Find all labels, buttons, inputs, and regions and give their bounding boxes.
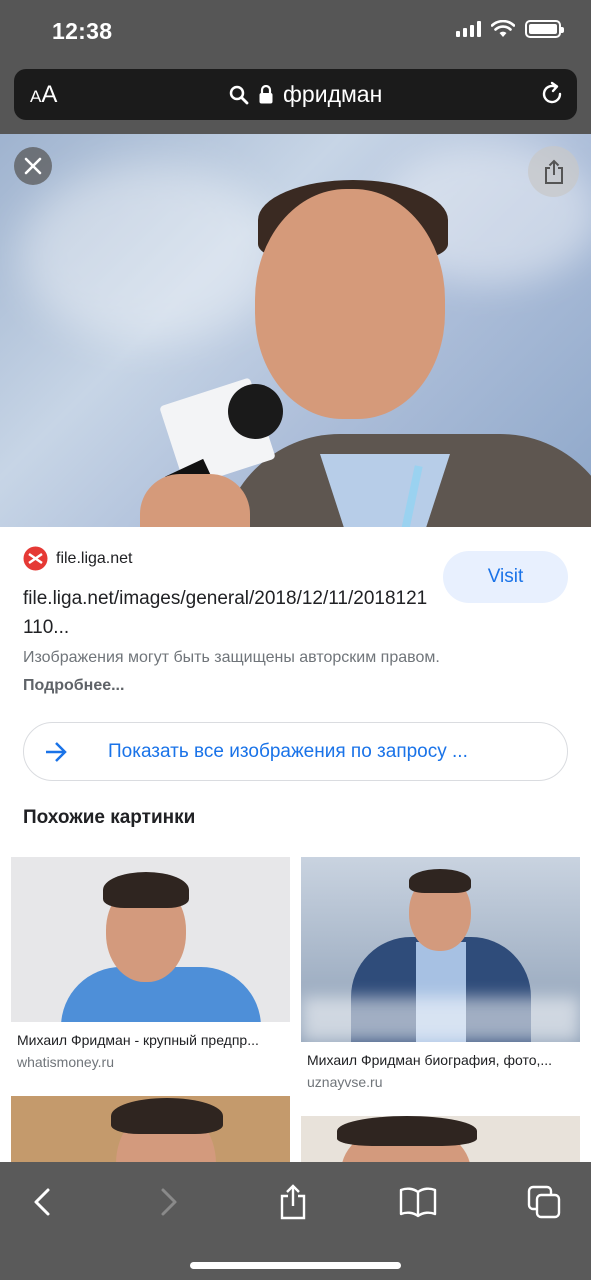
reload-icon[interactable] <box>539 81 565 107</box>
book-icon <box>399 1187 437 1218</box>
address-bar[interactable]: AA фридман <box>14 69 577 120</box>
source-site[interactable]: file.liga.net <box>23 546 133 571</box>
similar-image-thumbnail[interactable] <box>301 1116 580 1166</box>
status-icons <box>456 20 564 38</box>
text-size-button[interactable]: AA <box>30 81 57 109</box>
similar-images-heading: Похожие картинки <box>23 807 196 828</box>
copyright-notice: Изображения могут быть защищены авторски… <box>23 649 440 694</box>
chevron-right-icon <box>161 1188 177 1216</box>
similar-image-card[interactable]: Михаил Фридман биография, фото,... uznay… <box>301 857 580 1097</box>
image-url[interactable]: file.liga.net/images/general/2018/12/11/… <box>23 584 433 642</box>
search-query: фридман <box>283 81 383 107</box>
wifi-icon <box>491 20 515 37</box>
share-button[interactable] <box>271 1182 315 1222</box>
back-button[interactable] <box>20 1182 64 1222</box>
browser-page: 12:38 AA фридман file.liga.net Visit fil… <box>0 0 591 1280</box>
battery-icon <box>525 20 564 38</box>
source-name: file.liga.net <box>56 549 133 567</box>
similar-image-thumbnail[interactable] <box>11 857 290 1022</box>
preview-image[interactable] <box>0 134 591 527</box>
chevron-left-icon <box>34 1188 50 1216</box>
share-icon <box>544 159 563 184</box>
similar-image-domain: uznayvse.ru <box>307 1074 383 1090</box>
search-icon <box>229 85 249 104</box>
arrow-right-icon <box>46 742 67 762</box>
tabs-button[interactable] <box>522 1182 566 1222</box>
share-icon <box>280 1184 306 1220</box>
show-all-images-button[interactable]: Показать все изображения по запросу ... <box>23 722 568 781</box>
lock-icon <box>259 85 273 104</box>
top-chrome: 12:38 AA фридман <box>0 0 591 134</box>
forward-button[interactable] <box>147 1182 191 1222</box>
cellular-signal-icon <box>456 21 481 37</box>
close-preview-button[interactable] <box>14 147 52 185</box>
similar-image-caption: Михаил Фридман - крупный предпр... <box>17 1032 259 1048</box>
similar-image-thumbnail[interactable] <box>301 857 580 1042</box>
site-favicon-icon <box>23 546 48 571</box>
bookmarks-button[interactable] <box>396 1182 440 1222</box>
status-time: 12:38 <box>52 18 113 44</box>
home-indicator <box>190 1262 401 1269</box>
learn-more-link[interactable]: Подробнее... <box>23 677 124 694</box>
similar-image-caption: Михаил Фридман биография, фото,... <box>307 1052 553 1068</box>
close-icon <box>24 157 42 175</box>
similar-image-card[interactable]: Михаил Фридман - крупный предпр... whati… <box>11 857 290 1097</box>
share-image-button[interactable] <box>528 146 579 197</box>
similar-image-domain: whatismoney.ru <box>17 1054 115 1070</box>
visit-button[interactable]: Visit <box>443 551 568 603</box>
url-display[interactable]: фридман <box>229 81 382 108</box>
similar-image-card[interactable] <box>11 1096 290 1166</box>
similar-image-thumbnail[interactable] <box>11 1096 290 1166</box>
similar-image-card[interactable] <box>301 1116 580 1166</box>
tabs-icon <box>527 1185 561 1219</box>
show-all-images-label: Показать все изображения по запросу ... <box>108 741 468 762</box>
